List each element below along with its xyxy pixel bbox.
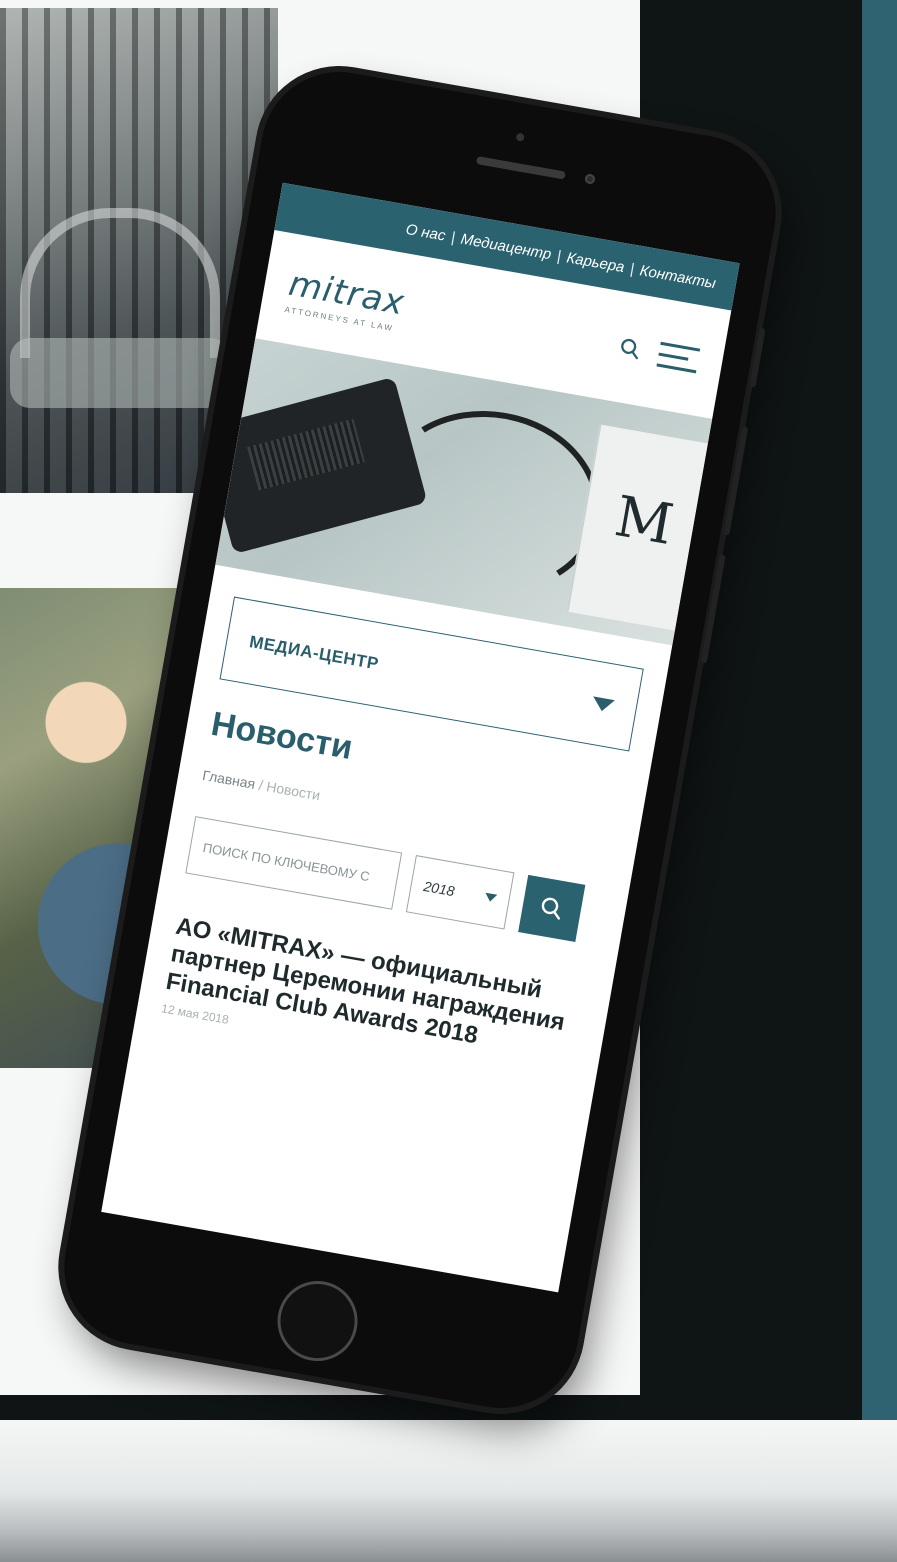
phone-scene: О нас | Медиацентр | Карьера | Контакты …: [0, 0, 897, 1562]
caret-down-icon: [484, 892, 498, 903]
breadcrumb-separator: /: [257, 776, 265, 794]
header-actions: [617, 334, 701, 373]
nav-item-about[interactable]: О нас: [405, 220, 447, 244]
breadcrumb-home[interactable]: Главная: [201, 767, 256, 792]
nav-item-career[interactable]: Карьера: [565, 249, 626, 276]
menu-line: [660, 341, 701, 352]
nav-item-media[interactable]: Медиацентр: [460, 230, 553, 263]
proximity-sensor: [584, 173, 596, 185]
keyword-search-input[interactable]: [185, 816, 403, 910]
section-dropdown-label: МЕДИА-ЦЕНТР: [247, 632, 381, 674]
nav-separator: |: [449, 228, 457, 246]
mute-switch[interactable]: [749, 327, 766, 388]
earpiece-speaker: [475, 156, 566, 180]
year-select-value: 2018: [422, 877, 456, 900]
breadcrumb-current: Новости: [265, 778, 322, 804]
recorder-grill: [247, 418, 365, 491]
nav-item-contacts[interactable]: Контакты: [639, 262, 718, 292]
search-icon[interactable]: [617, 336, 642, 361]
front-camera: [515, 132, 525, 142]
year-select[interactable]: 2018: [405, 855, 515, 930]
phone-screen: О нас | Медиацентр | Карьера | Контакты …: [101, 182, 740, 1293]
document-letter: M: [610, 484, 678, 559]
menu-line: [658, 352, 689, 361]
volume-up-button[interactable]: [723, 426, 749, 536]
main-content: МЕДИА-ЦЕНТР Новости Главная / Новости 20…: [137, 565, 673, 1092]
search-button[interactable]: [518, 874, 586, 943]
menu-line: [656, 362, 697, 373]
news-item[interactable]: АО «MITRAX» — официальный партнер Церемо…: [160, 913, 588, 1088]
caret-down-icon: [591, 695, 615, 713]
menu-icon[interactable]: [656, 341, 701, 373]
search-icon: [541, 897, 560, 920]
nav-separator: |: [555, 247, 563, 265]
volume-down-button[interactable]: [700, 554, 726, 664]
home-button[interactable]: [271, 1274, 364, 1368]
smartphone: О нас | Медиацентр | Карьера | Контакты …: [51, 59, 789, 1421]
nav-separator: |: [628, 259, 636, 278]
document-shape: M: [566, 424, 708, 631]
logo[interactable]: mitrax ATTORNEYS AT LAW: [284, 263, 408, 334]
